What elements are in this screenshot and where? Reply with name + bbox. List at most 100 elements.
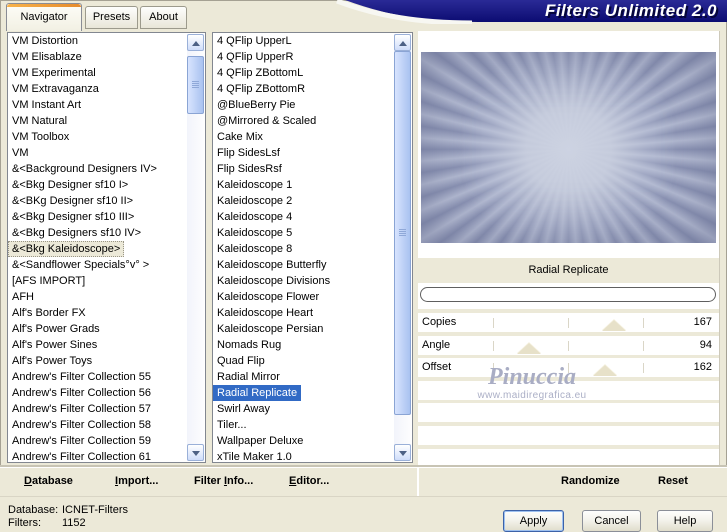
filter-item[interactable]: Wallpaper Deluxe	[213, 433, 412, 449]
category-item[interactable]: &<Bkg Designer sf10 III>	[8, 209, 205, 225]
down-arrow-icon	[398, 450, 407, 456]
filter-item[interactable]: Nomads Rug	[213, 337, 412, 353]
filter-item[interactable]: Kaleidoscope 2	[213, 193, 412, 209]
filter-scrollbar[interactable]	[394, 34, 411, 461]
category-item[interactable]: VM Distortion	[8, 33, 205, 49]
filter-item[interactable]: Kaleidoscope 4	[213, 209, 412, 225]
slider-thumb-icon[interactable]	[592, 365, 617, 376]
preview-filter-name: Radial Replicate	[418, 258, 719, 283]
category-item[interactable]: Alf's Border FX	[8, 305, 205, 321]
preview-image	[421, 52, 716, 243]
database-button[interactable]: Database	[24, 475, 73, 487]
cancel-button[interactable]: Cancel	[582, 510, 641, 532]
category-item[interactable]: VM Natural	[8, 113, 205, 129]
category-item[interactable]: VM Instant Art	[8, 97, 205, 113]
filter-item[interactable]: 4 QFlip ZBottomR	[213, 81, 412, 97]
filter-item[interactable]: Quad Flip	[213, 353, 412, 369]
scroll-up-icon[interactable]	[187, 34, 204, 51]
param-row-empty	[418, 426, 719, 445]
category-item[interactable]: &<Sandflower Specials°v° >	[8, 257, 205, 273]
filter-item[interactable]: Kaleidoscope Divisions	[213, 273, 412, 289]
tab-about[interactable]: About	[140, 6, 187, 29]
filters-count-label: Filters:	[8, 517, 41, 529]
filter-item[interactable]: Flip SidesRsf	[213, 161, 412, 177]
category-item[interactable]: Alf's Power Toys	[8, 353, 205, 369]
filter-item[interactable]: Kaleidoscope 5	[213, 225, 412, 241]
filter-item[interactable]: Kaleidoscope 8	[213, 241, 412, 257]
category-item[interactable]: VM	[8, 145, 205, 161]
param-row-empty	[418, 449, 719, 468]
slider-thumb-icon[interactable]	[517, 343, 542, 354]
scroll-up-icon[interactable]	[394, 34, 411, 51]
preview-panel: Radial Replicate Copies 167 Angle 94 Offset 1…	[418, 31, 720, 468]
category-item-selected[interactable]: &<Bkg Kaleidoscope>	[8, 241, 125, 257]
filter-item[interactable]: Swirl Away	[213, 401, 412, 417]
apply-button[interactable]: Apply	[503, 510, 564, 532]
category-item[interactable]: &<Bkg Designers sf10 IV>	[8, 225, 205, 241]
editor-button[interactable]: Editor...	[289, 475, 329, 487]
param-label: Copies	[422, 316, 457, 328]
category-item[interactable]: VM Elisablaze	[8, 49, 205, 65]
filter-item[interactable]: 4 QFlip UpperL	[213, 33, 412, 49]
category-item[interactable]: Andrew's Filter Collection 55	[8, 369, 205, 385]
param-value: 167	[693, 316, 712, 328]
category-item[interactable]: Andrew's Filter Collection 59	[8, 433, 205, 449]
slider-thumb-icon[interactable]	[601, 320, 626, 331]
param-value: 94	[699, 339, 712, 351]
category-item[interactable]: AFH	[8, 289, 205, 305]
filter-listbox[interactable]: 4 QFlip UpperL 4 QFlip UpperR 4 QFlip ZBot…	[212, 32, 413, 463]
category-scrollbar[interactable]	[187, 34, 204, 461]
category-item[interactable]: &<Bkg Designer sf10 I>	[8, 177, 205, 193]
filter-item[interactable]: 4 QFlip ZBottomL	[213, 65, 412, 81]
filter-item[interactable]: Kaleidoscope Flower	[213, 289, 412, 305]
filter-item[interactable]: Kaleidoscope 1	[213, 177, 412, 193]
filter-item[interactable]: Tiler...	[213, 417, 412, 433]
filter-item[interactable]: Kaleidoscope Persian	[213, 321, 412, 337]
database-value: ICNET-Filters	[62, 504, 128, 516]
filters-count-value: 1152	[62, 517, 86, 529]
filter-item[interactable]: Flip SidesLsf	[213, 145, 412, 161]
param-row-empty	[418, 403, 719, 422]
up-arrow-icon	[398, 40, 407, 46]
category-item[interactable]: Andrew's Filter Collection 56	[8, 385, 205, 401]
scroll-thumb[interactable]	[187, 56, 204, 114]
tab-presets[interactable]: Presets	[85, 6, 138, 29]
import-button[interactable]: Import...	[115, 475, 158, 487]
filter-item[interactable]: @Mirrored & Scaled	[213, 113, 412, 129]
category-item[interactable]: Andrew's Filter Collection 61	[8, 449, 205, 462]
category-item[interactable]: &<Background Designers IV>	[8, 161, 205, 177]
up-arrow-icon	[191, 40, 200, 46]
scroll-down-icon[interactable]	[187, 444, 204, 461]
status-bar: Database: ICNET-Filters Filters: 1152 Ap…	[0, 496, 727, 532]
filter-item[interactable]: Radial Mirror	[213, 369, 412, 385]
category-item[interactable]: Alf's Power Grads	[8, 321, 205, 337]
filter-item[interactable]: Cake Mix	[213, 129, 412, 145]
filter-item[interactable]: Kaleidoscope Butterfly	[213, 257, 412, 273]
category-item[interactable]: Alf's Power Sines	[8, 337, 205, 353]
param-row-offset[interactable]: Offset 162	[418, 358, 719, 377]
filter-item[interactable]: Kaleidoscope Heart	[213, 305, 412, 321]
category-item[interactable]: &<BKg Designer sf10 II>	[8, 193, 205, 209]
category-listbox[interactable]: VM Distortion VM Elisablaze VM Experimenta…	[7, 32, 206, 463]
scroll-down-icon[interactable]	[394, 444, 411, 461]
filter-info-button[interactable]: Filter Info...	[194, 475, 253, 487]
category-item[interactable]: Andrew's Filter Collection 57	[8, 401, 205, 417]
param-label: Angle	[422, 339, 451, 351]
scroll-thumb[interactable]	[394, 51, 411, 415]
category-item[interactable]: VM Experimental	[8, 65, 205, 81]
param-row-angle[interactable]: Angle 94	[418, 336, 719, 355]
category-item[interactable]: Andrew's Filter Collection 58	[8, 417, 205, 433]
filter-item[interactable]: 4 QFlip UpperR	[213, 49, 412, 65]
help-button[interactable]: Help	[657, 510, 713, 532]
category-item[interactable]: [AFS IMPORT]	[8, 273, 205, 289]
filter-item[interactable]: xTile Maker 1.0	[213, 449, 412, 462]
tab-navigator[interactable]: Navigator	[6, 3, 82, 31]
category-item[interactable]: VM Toolbox	[8, 129, 205, 145]
param-row-copies[interactable]: Copies 167	[418, 313, 719, 332]
reset-button[interactable]: Reset	[658, 475, 688, 487]
filter-item[interactable]: @BlueBerry Pie	[213, 97, 412, 113]
randomize-button[interactable]: Randomize	[561, 475, 620, 487]
database-label: Database:	[8, 504, 59, 516]
category-item[interactable]: VM Extravaganza	[8, 81, 205, 97]
filter-item-selected[interactable]: Radial Replicate	[213, 385, 302, 401]
